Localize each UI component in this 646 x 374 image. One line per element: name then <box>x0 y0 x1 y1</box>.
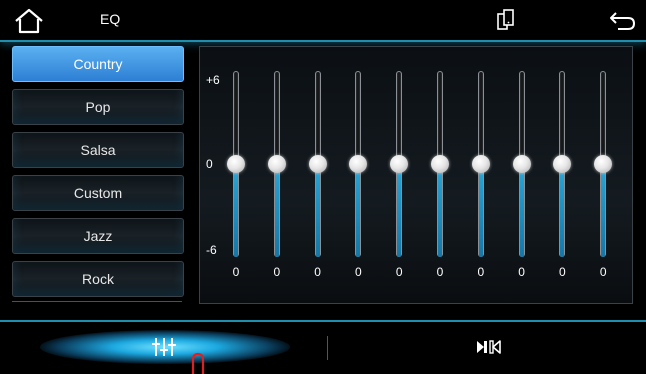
phone-link-button[interactable] <box>496 8 516 32</box>
equalizer-icon <box>152 338 176 356</box>
preset-list: Country Pop Salsa Custom Jazz Rock <box>12 46 184 304</box>
slider-knob[interactable] <box>308 155 327 173</box>
back-button[interactable] <box>608 10 636 32</box>
scale-mid-label: 0 <box>206 157 213 171</box>
slider-fill <box>478 164 483 257</box>
band-value-label: 0 <box>395 265 403 279</box>
slider-fill <box>315 164 320 257</box>
band-value-label: 0 <box>355 265 362 279</box>
slider-fill <box>397 164 402 257</box>
slider-fill <box>356 164 361 257</box>
preset-custom[interactable]: Custom <box>12 175 184 211</box>
slider-knob[interactable] <box>471 155 490 173</box>
eq-band-slider[interactable] <box>344 71 372 261</box>
preset-rock[interactable]: Rock <box>12 261 184 297</box>
tab-equalizer[interactable] <box>0 322 328 374</box>
slider-knob[interactable] <box>512 155 531 173</box>
band-value-label: 0 <box>232 265 240 279</box>
tab-divider <box>327 336 328 360</box>
eq-band-slider[interactable] <box>222 71 250 261</box>
slider-knob[interactable] <box>431 155 449 173</box>
speaker-fader-icon <box>477 340 501 354</box>
home-icon <box>15 8 43 34</box>
slider-knob[interactable] <box>349 155 368 173</box>
preset-label: Custom <box>73 185 123 201</box>
eq-band-slider[interactable] <box>426 71 454 261</box>
page-title: EQ <box>100 11 121 27</box>
eq-band-slider[interactable] <box>263 71 291 261</box>
eq-band-slider[interactable] <box>385 71 413 261</box>
slider-fill <box>234 164 238 257</box>
slider-fill <box>601 164 606 257</box>
preset-pop[interactable]: Pop <box>12 89 184 125</box>
slider-knob[interactable] <box>594 155 613 173</box>
preset-label: Country <box>73 56 123 72</box>
preset-label: Pop <box>85 99 111 115</box>
slider-knob[interactable] <box>553 155 572 173</box>
eq-band-slider[interactable] <box>589 71 617 261</box>
preset-country[interactable]: Country <box>12 46 184 82</box>
eq-band-slider[interactable] <box>467 71 495 261</box>
slider-fill <box>274 164 279 257</box>
slider-fill <box>519 164 524 257</box>
slider-knob[interactable] <box>227 155 245 173</box>
header-bar: EQ <box>0 0 646 42</box>
scale-max-label: +6 <box>206 73 220 87</box>
preset-jazz[interactable]: Jazz <box>12 218 184 254</box>
band-value-label: 0 <box>314 265 321 279</box>
slider-knob[interactable] <box>390 155 409 173</box>
band-value-label: 0 <box>436 265 444 279</box>
scale-min-label: -6 <box>206 243 217 257</box>
band-value-label: 0 <box>273 265 281 279</box>
band-value-label: 0 <box>477 265 485 279</box>
band-value-label: 0 <box>599 265 607 279</box>
slider-fill <box>560 164 565 257</box>
slider-fill <box>438 164 442 257</box>
back-arrow-icon <box>610 12 636 30</box>
eq-band-slider[interactable] <box>548 71 576 261</box>
bottom-tab-bar <box>0 320 646 374</box>
equalizer-panel: +6 0 -6 0 0 0 0 0 0 0 0 0 0 <box>199 46 633 304</box>
tab-balance-fader[interactable] <box>329 322 646 372</box>
slider-knob[interactable] <box>267 155 286 173</box>
preset-label: Jazz <box>83 228 113 244</box>
band-value-label: 0 <box>559 265 566 279</box>
preset-salsa[interactable]: Salsa <box>12 132 184 168</box>
eq-band-slider[interactable] <box>508 71 536 261</box>
preset-list-divider <box>12 301 182 302</box>
eq-band-slider[interactable] <box>304 71 332 261</box>
home-button[interactable] <box>14 8 44 34</box>
phone-link-icon <box>497 9 514 30</box>
touch-indicator-icon <box>191 352 205 374</box>
band-value-label: 0 <box>518 265 525 279</box>
preset-label: Rock <box>82 271 114 287</box>
preset-label: Salsa <box>80 142 116 158</box>
